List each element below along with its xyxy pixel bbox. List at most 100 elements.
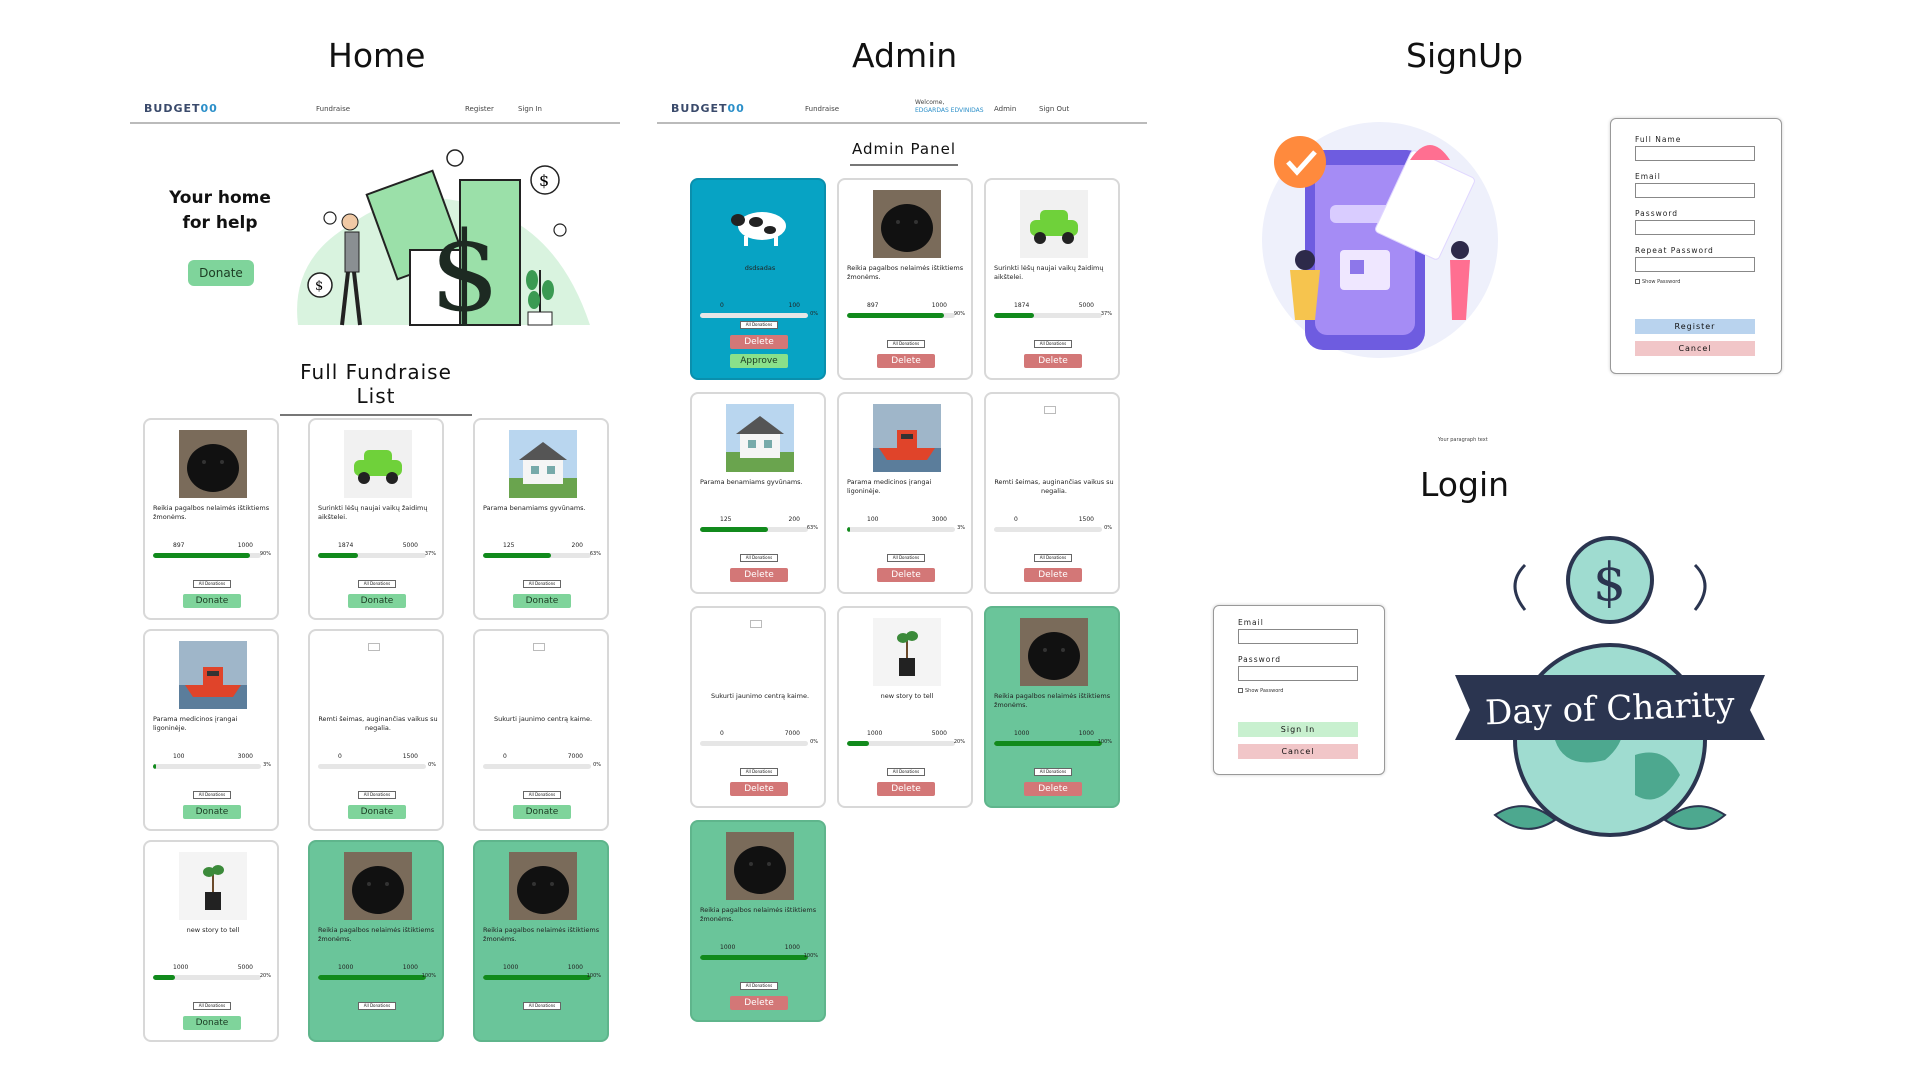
raised-amount: 0 <box>1014 516 1018 523</box>
fundraise-image <box>873 190 941 258</box>
all-donations-button[interactable]: All Donations <box>1034 554 1072 562</box>
donate-button[interactable]: Donate <box>513 594 571 608</box>
goal-amount: 200 <box>571 542 583 549</box>
raised-amount: 0 <box>338 753 342 760</box>
cancel-button[interactable]: Cancel <box>1635 341 1755 356</box>
hero-donate-button[interactable]: Donate <box>188 260 254 286</box>
nav-fundraise[interactable]: Fundraise <box>316 105 350 113</box>
all-donations-button[interactable]: All Donations <box>1034 768 1072 776</box>
fundraise-card: new story to tell 1000 5000 20% All Donation… <box>837 606 973 808</box>
goal-amount: 3000 <box>237 753 253 760</box>
welcome-text: Welcome, EDGARDAS EDVINIDAS <box>915 99 984 114</box>
raised-amount: 1000 <box>173 964 189 971</box>
delete-button[interactable]: Delete <box>877 568 935 582</box>
donate-button[interactable]: Donate <box>348 805 406 819</box>
nav-sign-out[interactable]: Sign Out <box>1039 105 1069 113</box>
raised-amount: 1000 <box>720 944 736 951</box>
all-donations-button[interactable]: All Donations <box>193 580 231 588</box>
all-donations-button[interactable]: All Donations <box>523 580 561 588</box>
full-name-input[interactable] <box>1635 146 1755 161</box>
nav-fundraise[interactable]: Fundraise <box>805 105 839 113</box>
logo[interactable]: BUDGET00 <box>144 102 218 115</box>
show-password-checkbox[interactable]: Show Password <box>1238 688 1283 694</box>
nav-sign-in[interactable]: Sign In <box>518 105 542 113</box>
all-donations-button[interactable]: All Donations <box>523 1002 561 1010</box>
all-donations-button[interactable]: All Donations <box>887 340 925 348</box>
goal-amount: 5000 <box>1078 302 1094 309</box>
delete-button[interactable]: Delete <box>730 335 788 349</box>
raised-amount: 1000 <box>338 964 354 971</box>
login-form: Email Password Show Password Sign In Can… <box>1213 605 1385 775</box>
donate-button[interactable]: Donate <box>183 594 241 608</box>
password-input[interactable] <box>1238 666 1358 681</box>
hero-illustration: $ $ $ <box>297 149 590 330</box>
register-button[interactable]: Register <box>1635 319 1755 334</box>
all-donations-button[interactable]: All Donations <box>740 768 778 776</box>
delete-button[interactable]: Delete <box>730 568 788 582</box>
show-password-checkbox[interactable]: Show Password <box>1635 279 1680 285</box>
delete-button[interactable]: Delete <box>877 782 935 796</box>
fundraise-card: Reikia pagalbos nelaimės ištiktiems žmon… <box>143 418 279 620</box>
progress-bar <box>994 527 1102 532</box>
progress-percent: 100% <box>1097 739 1112 745</box>
repeat-password-input[interactable] <box>1635 257 1755 272</box>
admin-panel-title: Admin Panel <box>850 140 958 166</box>
svg-text:$: $ <box>430 208 500 330</box>
fundraise-card: Reikia pagalbos nelaimės ištiktiems žmon… <box>837 178 973 380</box>
fundraise-image <box>344 852 412 920</box>
all-donations-button[interactable]: All Donations <box>193 791 231 799</box>
delete-button[interactable]: Delete <box>730 782 788 796</box>
sign-in-button[interactable]: Sign In <box>1238 722 1358 737</box>
progress-fill <box>318 553 358 558</box>
goal-amount: 1000 <box>237 542 253 549</box>
raised-amount: 125 <box>720 516 732 523</box>
all-donations-button[interactable]: All Donations <box>358 791 396 799</box>
email-input[interactable] <box>1238 629 1358 644</box>
donate-button[interactable]: Donate <box>513 805 571 819</box>
broken-image-icon <box>533 643 545 651</box>
fundraise-image <box>179 852 247 920</box>
admin-navbar: BUDGET00 Fundraise Welcome, EDGARDAS EDVI… <box>657 98 1147 124</box>
all-donations-button[interactable]: All Donations <box>358 1002 396 1010</box>
progress-percent: 90% <box>953 311 965 317</box>
fundraise-title: new story to tell <box>186 926 240 934</box>
progress-percent: 63% <box>806 525 818 531</box>
repeat-password-label: Repeat Password <box>1635 246 1714 255</box>
all-donations-button[interactable]: All Donations <box>523 791 561 799</box>
nav-admin[interactable]: Admin <box>994 105 1016 113</box>
all-donations-button[interactable]: All Donations <box>358 580 396 588</box>
delete-button[interactable]: Delete <box>730 996 788 1010</box>
delete-button[interactable]: Delete <box>1024 354 1082 368</box>
all-donations-button[interactable]: All Donations <box>887 768 925 776</box>
nav-register[interactable]: Register <box>465 105 494 113</box>
all-donations-button[interactable]: All Donations <box>193 1002 231 1010</box>
delete-button[interactable]: Delete <box>1024 782 1082 796</box>
all-donations-button[interactable]: All Donations <box>1034 340 1072 348</box>
goal-amount: 7000 <box>567 753 583 760</box>
all-donations-button[interactable]: All Donations <box>740 982 778 990</box>
raised-amount: 0 <box>720 302 724 309</box>
donate-button[interactable]: Donate <box>348 594 406 608</box>
progress-bar <box>318 975 426 980</box>
donate-button[interactable]: Donate <box>183 805 241 819</box>
all-donations-button[interactable]: All Donations <box>740 554 778 562</box>
all-donations-button[interactable]: All Donations <box>887 554 925 562</box>
password-input[interactable] <box>1635 220 1755 235</box>
delete-button[interactable]: Delete <box>877 354 935 368</box>
email-label: Email <box>1238 618 1264 627</box>
delete-button[interactable]: Delete <box>1024 568 1082 582</box>
progress-bar <box>994 313 1102 318</box>
all-donations-button[interactable]: All Donations <box>740 321 778 329</box>
logo[interactable]: BUDGET00 <box>671 102 745 115</box>
goal-amount: 200 <box>788 516 800 523</box>
svg-text:$: $ <box>539 171 549 190</box>
email-input[interactable] <box>1635 183 1755 198</box>
raised-amount: 100 <box>173 753 185 760</box>
donate-button[interactable]: Donate <box>183 1016 241 1030</box>
goal-amount: 100 <box>788 302 800 309</box>
progress-bar <box>847 313 955 318</box>
cancel-button[interactable]: Cancel <box>1238 744 1358 759</box>
raised-amount: 897 <box>173 542 185 549</box>
approve-button[interactable]: Approve <box>730 354 788 368</box>
progress-percent: 20% <box>953 739 965 745</box>
